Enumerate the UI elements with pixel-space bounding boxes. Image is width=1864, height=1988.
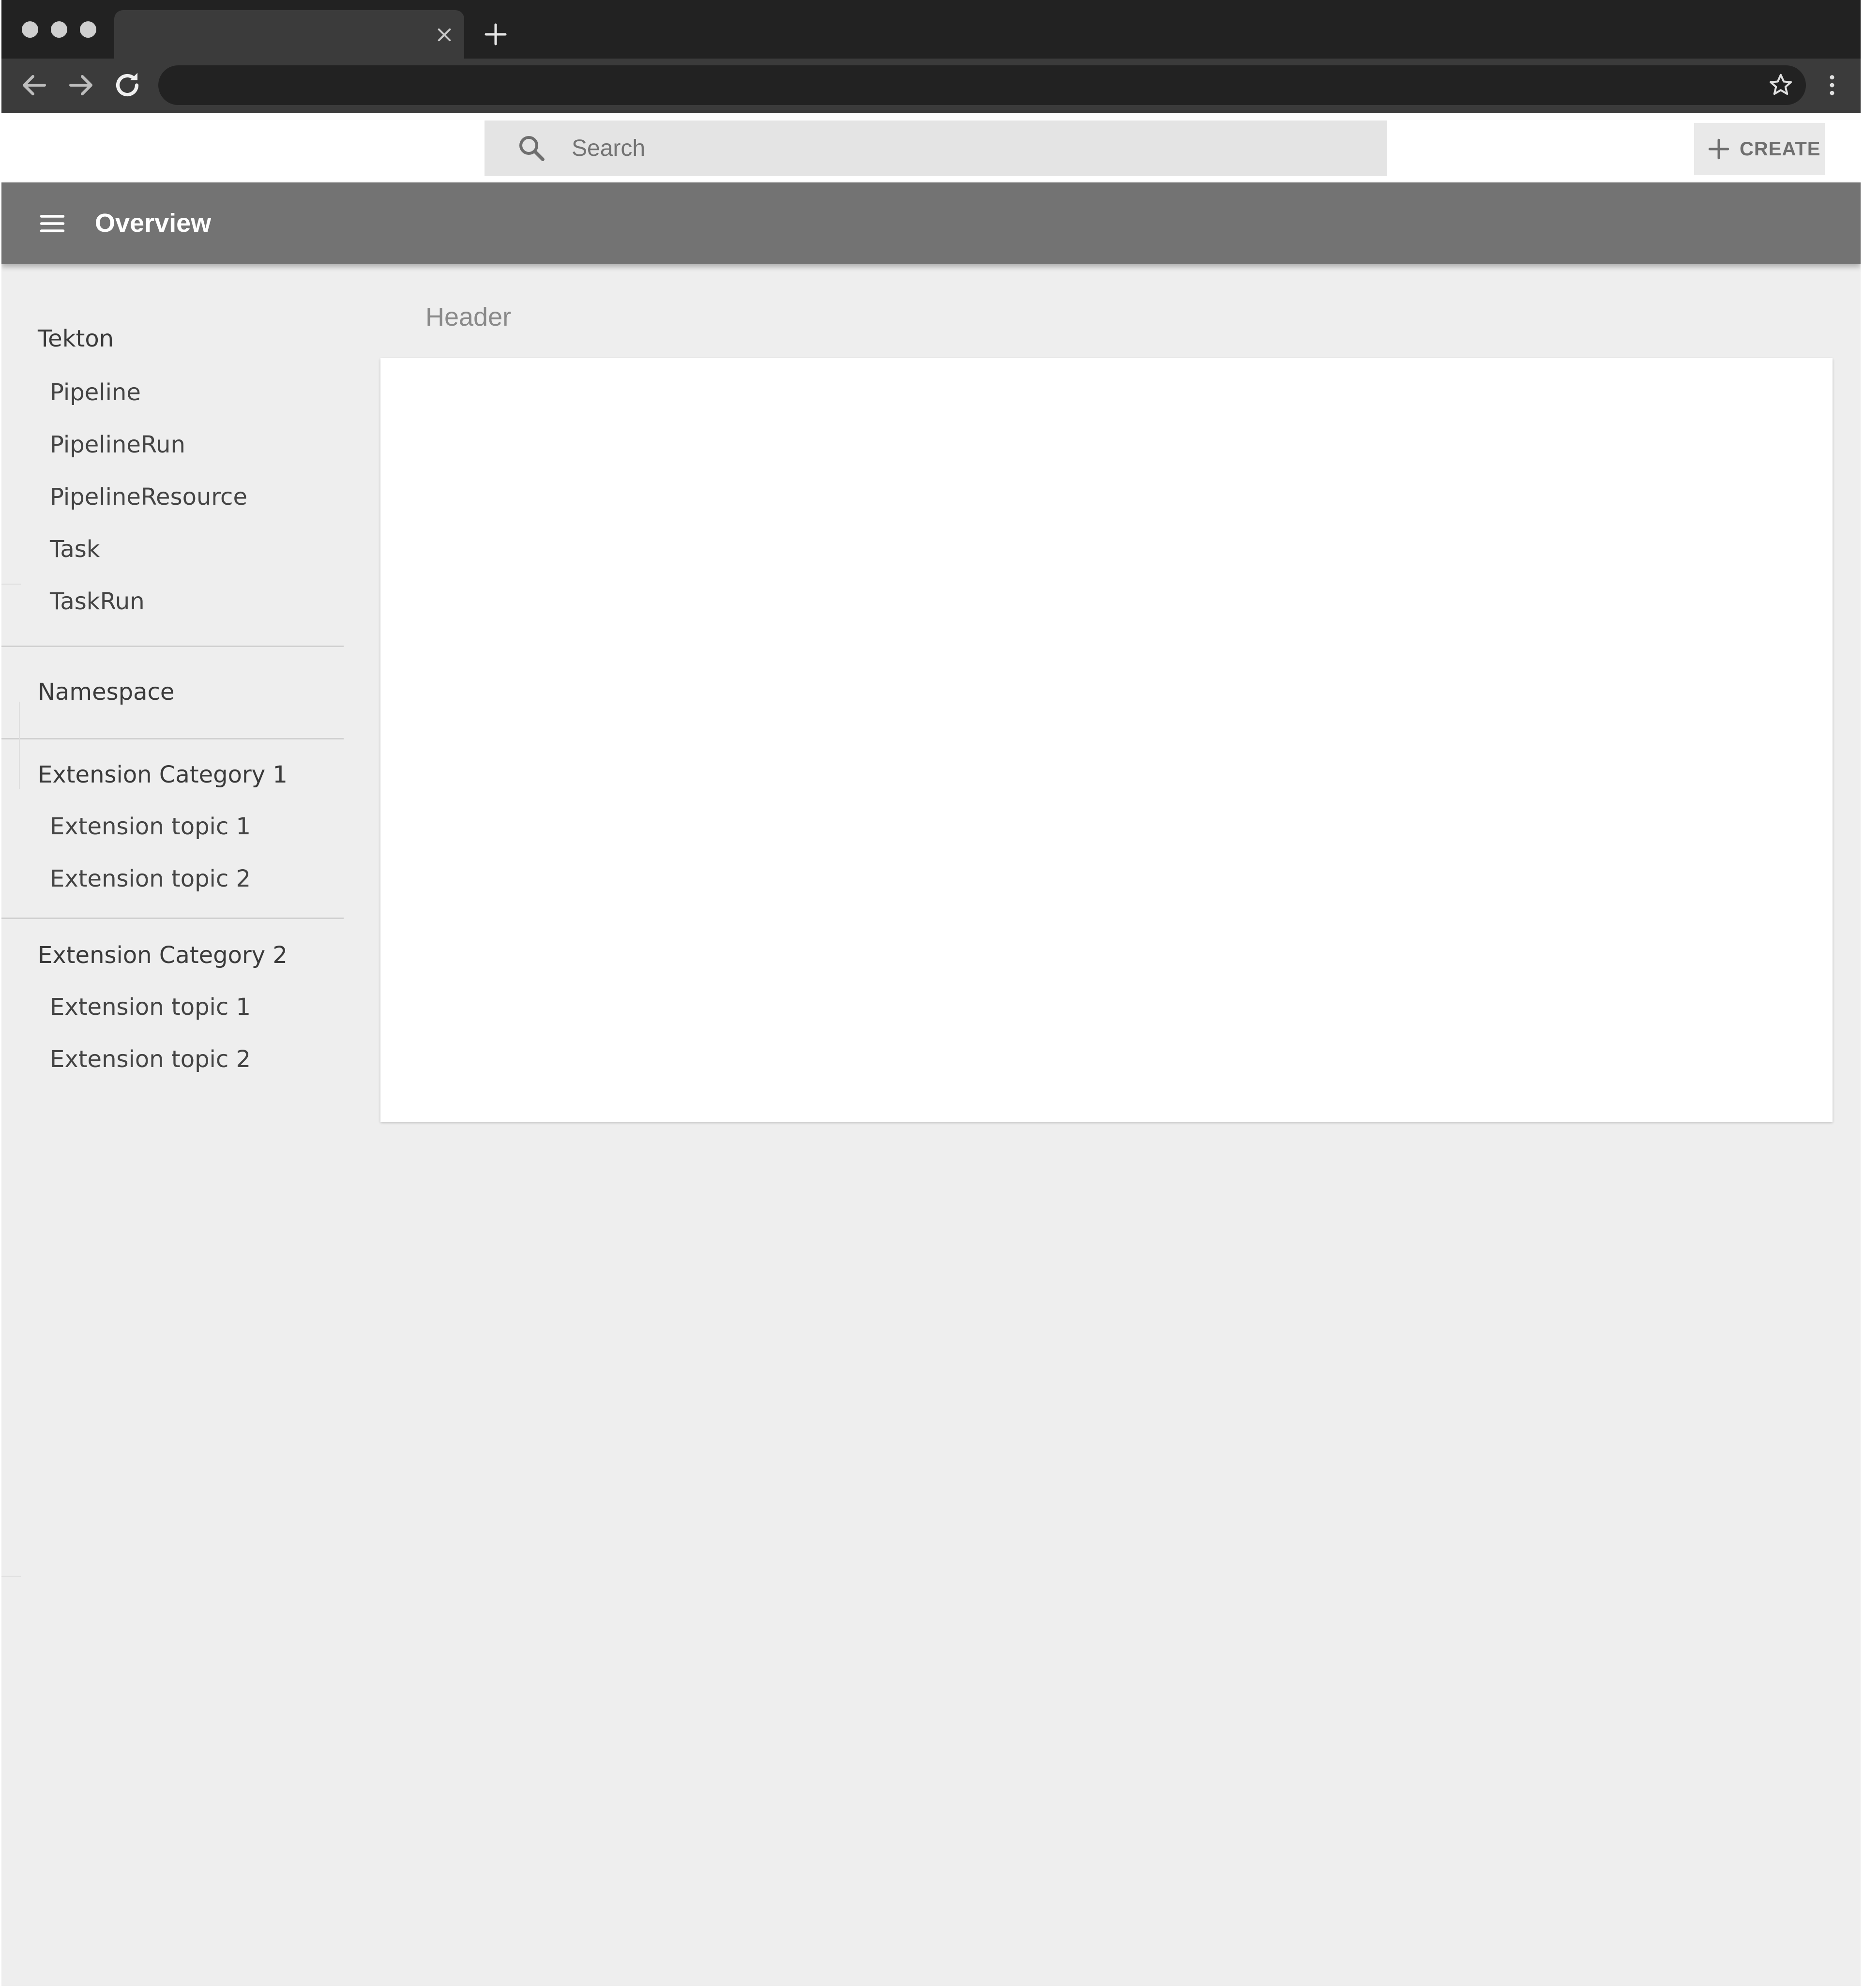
sidebar-item-extension-topic[interactable]: Extension topic 2 [50,1045,251,1074]
sidebar-item-extension-topic[interactable]: Extension topic 2 [50,864,251,893]
sidebar-item-pipelineresource[interactable]: PipelineResource [50,482,247,512]
address-bar[interactable] [158,65,1806,105]
browser-toolbar [1,59,1861,113]
kebab-menu-icon[interactable] [1818,71,1847,100]
browser-tab[interactable] [114,10,464,59]
window-minimize-dot[interactable] [51,21,67,38]
sidebar-item-extension-topic[interactable]: Extension topic 1 [50,812,251,841]
browser-tab-strip [1,0,1861,59]
sidebar-divider [1,738,344,739]
star-icon[interactable] [1766,71,1795,100]
plus-icon [1708,138,1729,160]
sidebar-divider [1,646,344,647]
hamburger-menu-icon[interactable] [38,209,67,238]
overview-header-bar: Overview [1,182,1861,264]
arrow-right-icon[interactable] [63,68,98,103]
window-close-dot[interactable] [22,21,38,38]
reload-icon[interactable] [110,68,145,103]
sidebar-item-extension-topic[interactable]: Extension topic 1 [50,993,251,1022]
window-zoom-dot[interactable] [80,21,96,38]
search-input[interactable] [572,120,1365,176]
page-title: Overview [95,209,212,238]
sidebar-nav: Tekton Pipeline PipelineRun PipelineReso… [1,264,344,1986]
sidebar-category-extension-1[interactable]: Extension Category 1 [38,760,288,789]
content-header: Header [425,302,512,331]
create-button-label: CREATE [1740,138,1821,160]
create-button[interactable]: CREATE [1694,123,1825,175]
guide-mark [19,702,20,789]
content-card [380,358,1833,1122]
sidebar-item-taskrun[interactable]: TaskRun [50,587,145,616]
sidebar-item-pipelinerun[interactable]: PipelineRun [50,430,185,459]
sidebar-category-namespace[interactable]: Namespace [38,678,174,707]
sidebar-category-extension-2[interactable]: Extension Category 2 [38,941,288,970]
plus-icon[interactable] [481,20,510,49]
sidebar-divider [1,918,344,919]
close-icon[interactable] [431,22,457,48]
sidebar-item-task[interactable]: Task [50,535,100,564]
guide-mark [1,1576,21,1577]
sidebar-item-pipeline[interactable]: Pipeline [50,378,141,407]
app-top-bar: CREATE [1,113,1861,182]
search-icon [519,136,545,161]
browser-window: CREATE Overview Tekton Pipeline Pipeline… [1,0,1861,1986]
guide-mark [1,584,21,585]
sidebar-category-tekton[interactable]: Tekton [38,324,114,353]
screen: CREATE Overview Tekton Pipeline Pipeline… [0,0,1864,1988]
arrow-left-icon[interactable] [17,68,52,103]
search-bar[interactable] [485,120,1387,176]
